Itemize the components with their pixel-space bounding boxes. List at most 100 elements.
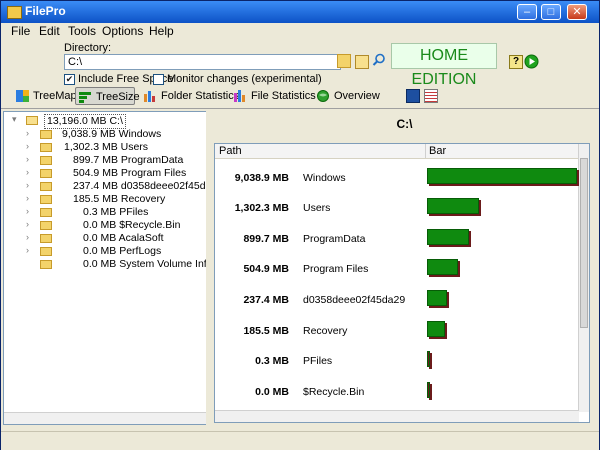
folder-open-icon: [26, 116, 38, 125]
scrollbar-thumb[interactable]: [580, 158, 588, 328]
row-name: Recovery: [303, 325, 348, 337]
tree-horizontal-scrollbar[interactable]: [4, 412, 207, 424]
table-row[interactable]: 237.4 MB d0358deee02f45da29: [215, 286, 579, 316]
size-bar: [427, 229, 469, 245]
menu-options[interactable]: Options: [102, 24, 143, 38]
tree-expand-icon[interactable]: ›: [26, 233, 34, 242]
table-row[interactable]: 899.7 MB ProgramData: [215, 225, 579, 255]
tree-root-name: C:\: [109, 115, 123, 127]
tree-expand-icon[interactable]: ›: [26, 168, 34, 177]
row-name: d0358deee02f45da29: [303, 294, 406, 306]
tab-treemap-label: TreeMap: [33, 90, 77, 102]
table-row[interactable]: 1,302.3 MB Users: [215, 194, 579, 224]
tree-collapse-icon[interactable]: ▾: [12, 115, 20, 124]
maximize-button[interactable]: □: [541, 4, 561, 20]
table-row[interactable]: 185.5 MB Recovery: [215, 317, 579, 347]
tree-item[interactable]: 0.3 MB PFiles: [83, 206, 148, 219]
tab-treemap[interactable]: TreeMap: [13, 87, 81, 105]
tree-expand-icon[interactable]: ›: [26, 129, 34, 138]
browse-folder-icon[interactable]: [337, 54, 351, 68]
size-table[interactable]: Path Bar 9,038.9 MB Windows 1,302.3 MB U…: [214, 143, 590, 423]
tree-item[interactable]: 1,302.3 MB Users: [64, 141, 148, 154]
folder-icon: [40, 143, 52, 152]
app-folder-icon: [7, 6, 22, 19]
tree-expand-icon[interactable]: ›: [26, 194, 34, 203]
tree-item[interactable]: 504.9 MB Program Files: [73, 167, 186, 180]
tree-expand-icon[interactable]: ›: [26, 220, 34, 229]
open-folder-icon[interactable]: [355, 55, 369, 69]
table-row[interactable]: 504.9 MB Program Files: [215, 255, 579, 285]
row-size: 1,302.3 MB: [234, 202, 289, 214]
folder-tree[interactable]: ▾ 13,196.0 MB C:\ › 9,038.9 MB Windows ›…: [3, 111, 208, 425]
tree-expand-icon[interactable]: ›: [26, 142, 34, 151]
tab-treesize[interactable]: TreeSize: [75, 87, 140, 105]
include-free-space-checkbox[interactable]: ✔: [64, 74, 75, 85]
detail-panel: C:\ Path Bar 9,038.9 MB Windows 1,302.3 …: [210, 109, 599, 425]
tree-item[interactable]: 185.5 MB Recovery: [73, 193, 165, 206]
row-size: 899.7 MB: [243, 233, 289, 245]
tree-item[interactable]: 0.0 MB $Recycle.Bin: [83, 219, 180, 232]
tree-root[interactable]: 13,196.0 MB C:\: [44, 114, 126, 129]
save-icon[interactable]: [406, 89, 420, 103]
folder-icon: [40, 208, 52, 217]
overview-globe-icon: [317, 90, 330, 102]
menu-bar: File Edit Tools Options Help: [1, 23, 599, 39]
tree-item[interactable]: 0.0 MB PerfLogs: [83, 245, 161, 258]
bar-chart-icon: [234, 90, 247, 102]
go-icon[interactable]: [524, 54, 539, 69]
tree-item[interactable]: 0.0 MB AcalaSoft: [83, 232, 164, 245]
window-title: FilePro: [25, 4, 66, 18]
row-name: Users: [303, 202, 331, 214]
close-button[interactable]: ✕: [567, 4, 587, 20]
tree-expand-icon[interactable]: ›: [26, 246, 34, 255]
row-name: Program Files: [303, 263, 369, 275]
tree-expand-icon[interactable]: ›: [26, 207, 34, 216]
export-icon[interactable]: [424, 89, 438, 103]
search-icon[interactable]: [372, 53, 386, 67]
tree-root-size: 13,196.0 MB: [47, 115, 107, 127]
tab-folder-statistics[interactable]: Folder Statistics: [141, 87, 243, 105]
treesize-icon: [79, 91, 92, 103]
size-bar: [427, 259, 458, 275]
tab-folder-statistics-label: Folder Statistics: [161, 90, 240, 102]
help-icon[interactable]: ?: [509, 55, 523, 69]
tree-expand-icon[interactable]: ›: [26, 181, 34, 190]
menu-edit[interactable]: Edit: [39, 24, 60, 38]
size-bar: [427, 168, 577, 184]
row-size: 504.9 MB: [243, 263, 289, 275]
size-bar: [427, 321, 445, 337]
size-bar: [427, 198, 479, 214]
menu-help[interactable]: Help: [149, 24, 174, 38]
app-window: FilePro – □ ✕ File Edit Tools Options He…: [0, 0, 600, 450]
folder-icon: [40, 182, 52, 191]
column-divider[interactable]: [425, 144, 426, 158]
tree-item[interactable]: 9,038.9 MB Windows: [62, 128, 161, 141]
tab-overview[interactable]: Overview: [314, 87, 384, 105]
tree-item[interactable]: 899.7 MB ProgramData: [73, 154, 183, 167]
table-horizontal-scrollbar[interactable]: [215, 410, 579, 422]
tab-file-statistics-label: File Statistics: [251, 90, 316, 102]
tree-item[interactable]: 0.0 MB System Volume Information: [83, 258, 207, 271]
table-row[interactable]: 0.0 MB $Recycle.Bin: [215, 378, 579, 408]
table-row[interactable]: 0.3 MB PFiles: [215, 347, 579, 377]
table-vertical-scrollbar[interactable]: [578, 144, 589, 412]
menu-tools[interactable]: Tools: [68, 24, 96, 38]
minimize-button[interactable]: –: [517, 4, 537, 20]
tree-expand-icon[interactable]: ›: [26, 155, 34, 164]
column-bar[interactable]: Bar: [429, 145, 446, 157]
title-bar[interactable]: FilePro – □ ✕: [1, 1, 599, 23]
table-row[interactable]: 9,038.9 MB Windows: [215, 164, 579, 194]
tab-treesize-label: TreeSize: [96, 91, 140, 103]
menu-file[interactable]: File: [11, 24, 30, 38]
column-path[interactable]: Path: [219, 145, 242, 157]
treemap-icon: [16, 90, 29, 102]
size-bar: [427, 351, 430, 367]
row-size: 0.3 MB: [255, 355, 289, 367]
monitor-changes-checkbox[interactable]: [153, 74, 164, 85]
home-edition-badge: HOME EDITION: [391, 43, 497, 88]
directory-input[interactable]: C:\: [64, 54, 341, 70]
folder-icon: [40, 221, 52, 230]
tree-item[interactable]: 237.4 MB d0358deee02f45da29: [73, 180, 207, 193]
table-header: Path Bar: [215, 144, 579, 159]
tab-file-statistics[interactable]: File Statistics: [231, 87, 320, 105]
